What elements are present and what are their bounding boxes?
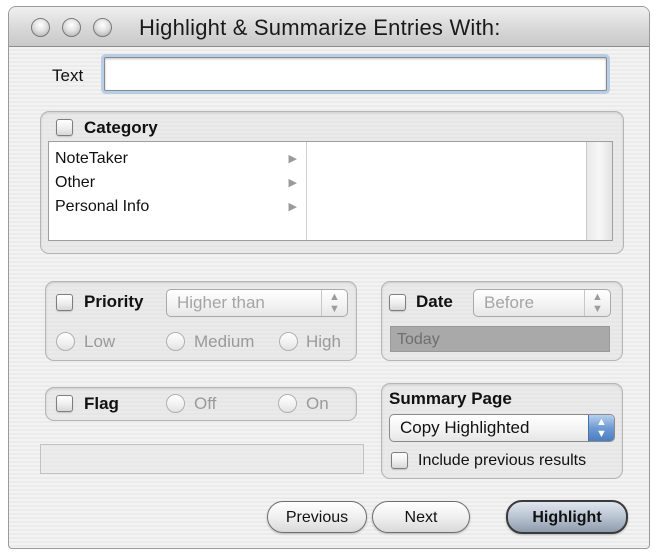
priority-medium-radio[interactable] [166,332,185,351]
flag-off-radio[interactable] [166,394,185,413]
priority-operator-popup[interactable]: Higher than ▲ ▼ [166,289,348,317]
category-item-notetaker[interactable]: NoteTaker ▶ [55,148,303,172]
priority-high-label: High [306,332,341,351]
flag-off-label: Off [194,394,217,413]
previous-button[interactable]: Previous [267,501,367,533]
stepper-arrows-icon: ▲ ▼ [584,290,610,316]
date-operator-popup[interactable]: Before ▲ ▼ [473,289,611,317]
date-checkbox[interactable] [389,294,406,311]
stepper-arrows-icon: ▲ ▼ [321,290,347,316]
summary-page-value: Copy Highlighted [400,418,530,437]
next-button[interactable]: Next [372,501,470,533]
minimize-window-button[interactable] [62,18,81,37]
browser-scrollbar[interactable] [586,142,612,240]
flag-on-label: On [306,394,329,413]
priority-high-radio[interactable] [279,332,298,351]
priority-low-radio[interactable] [56,332,75,351]
disclosure-triangle-icon: ▶ [288,201,297,213]
title-bar: Highlight & Summarize Entries With: [9,7,649,47]
priority-operator-value: Higher than [177,293,265,312]
category-column: NoteTaker ▶ Other ▶ Personal Info ▶ [49,142,307,240]
priority-checkbox[interactable] [56,294,73,311]
category-browser[interactable]: NoteTaker ▶ Other ▶ Personal Info ▶ [48,141,613,241]
text-input[interactable] [104,57,607,91]
category-item-label: Other [55,174,96,191]
category-label: Category [84,118,158,137]
category-item-label: NoteTaker [55,150,128,167]
status-field [40,444,364,474]
priority-label: Priority [84,292,144,311]
window-title: Highlight & Summarize Entries With: [139,15,501,40]
flag-checkbox[interactable] [56,395,73,412]
priority-low-label: Low [84,332,116,351]
date-value-field[interactable]: Today [390,326,610,352]
category-checkbox[interactable] [56,119,73,136]
include-previous-checkbox[interactable] [391,452,408,469]
stepper-arrows-icon: ▲ ▼ [588,415,614,441]
text-label: Text [52,66,84,85]
include-previous-label: Include previous results [418,452,587,469]
zoom-window-button[interactable] [93,18,112,37]
category-item-other[interactable]: Other ▶ [55,172,303,196]
disclosure-triangle-icon: ▶ [288,177,297,189]
date-operator-value: Before [484,293,535,312]
date-label: Date [416,292,453,311]
category-item-personal-info[interactable]: Personal Info ▶ [55,196,303,220]
category-item-label: Personal Info [55,198,150,215]
priority-medium-label: Medium [194,332,255,351]
summary-page-label: Summary Page [389,389,512,408]
close-window-button[interactable] [31,18,50,37]
flag-on-radio[interactable] [278,394,297,413]
highlight-button[interactable]: Highlight [506,500,628,534]
subcategory-column [308,142,584,240]
flag-label: Flag [84,394,119,413]
disclosure-triangle-icon: ▶ [288,153,297,165]
summary-page-popup[interactable]: Copy Highlighted ▲ ▼ [389,414,615,442]
